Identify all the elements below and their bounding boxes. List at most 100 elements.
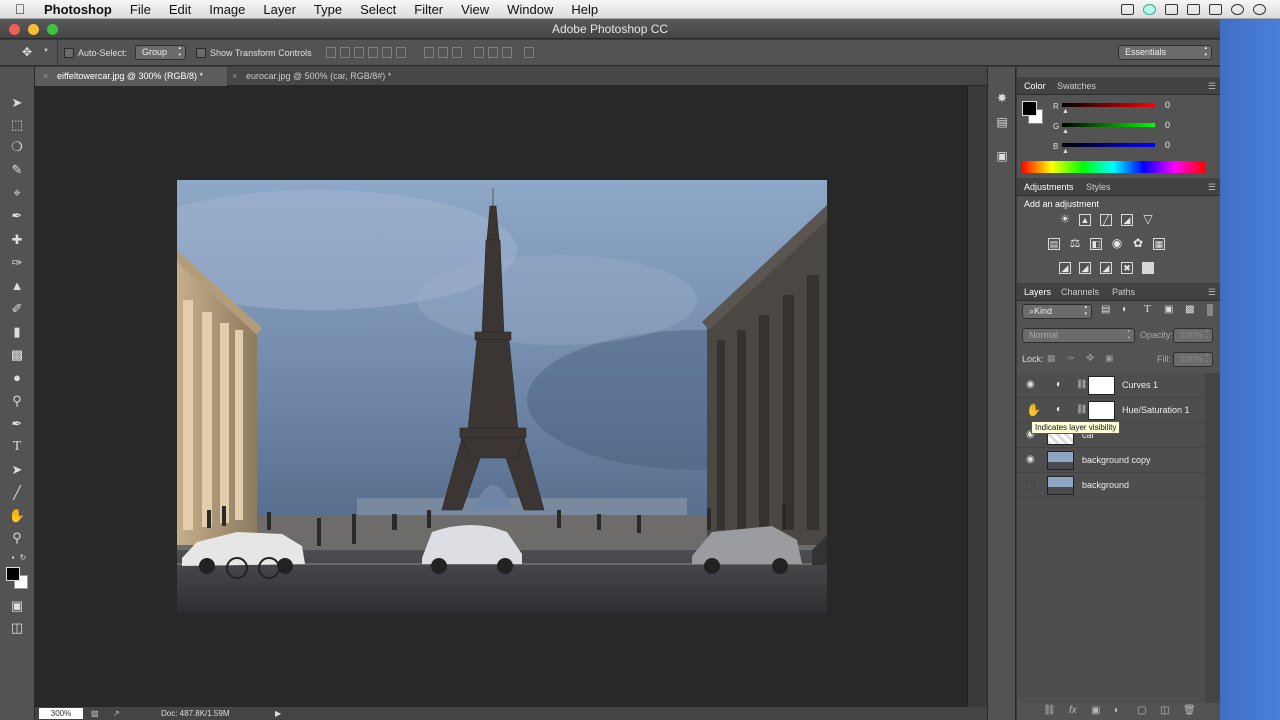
histogram-panel-icon[interactable]: ▤ (994, 115, 1010, 129)
blend-mode-dropdown[interactable]: Normal (1022, 328, 1135, 343)
menu-help[interactable]: Help (562, 0, 607, 19)
share-icon[interactable]: ↗ (113, 707, 120, 720)
close-tab-icon[interactable]: × (232, 67, 237, 86)
menu-select[interactable]: Select (351, 0, 405, 19)
curves-icon[interactable]: ╱ (1100, 214, 1112, 226)
properties-panel-icon[interactable]: ▣ (994, 149, 1010, 163)
layer-row-background-copy[interactable]: ◉ background copy (1017, 448, 1205, 473)
eraser-tool-icon[interactable]: ▮ (8, 323, 26, 341)
foreground-color-swatch[interactable] (6, 567, 20, 581)
vibrance-icon[interactable]: ▽ (1142, 213, 1154, 226)
quick-selection-tool-icon[interactable]: ✎ (8, 161, 26, 179)
lock-all-icon[interactable]: ▣ (1105, 353, 1114, 364)
zoom-tool-icon[interactable]: ⚲ (8, 529, 26, 547)
r-value[interactable]: 0 (1163, 100, 1207, 113)
channel-mixer-icon[interactable]: ✿ (1132, 237, 1144, 250)
line-tool-icon[interactable]: ╱ (8, 484, 26, 502)
panel-menu-icon[interactable]: ☰ (1208, 77, 1216, 95)
panel-menu-icon[interactable]: ☰ (1208, 178, 1216, 196)
menu-file[interactable]: File (121, 0, 160, 19)
eye-icon[interactable]: ◉ (1026, 380, 1036, 390)
align-right-icon[interactable] (395, 47, 406, 58)
new-group-icon[interactable]: ▢ (1137, 705, 1146, 716)
tool-preset-picker[interactable]: ✥ ▼ (0, 39, 58, 66)
g-value[interactable]: 0 (1163, 120, 1207, 133)
tab-layers[interactable]: Layers (1024, 283, 1051, 301)
slider-handle-icon[interactable]: ▲ (1062, 108, 1069, 115)
color-foreground-swatch[interactable] (1022, 101, 1037, 116)
hue-saturation-icon[interactable]: ▤ (1048, 238, 1060, 250)
new-layer-icon[interactable]: ◫ (1160, 705, 1169, 716)
layer-thumbnail[interactable] (1047, 451, 1074, 470)
layer-list-scrollbar[interactable] (1205, 373, 1220, 703)
align-top-icon[interactable] (325, 47, 336, 58)
posterize-icon[interactable]: ◢ (1079, 262, 1091, 274)
link-layers-icon[interactable]: ⛓ (1043, 705, 1056, 716)
b-slider[interactable] (1062, 143, 1155, 147)
swap-colors-icon[interactable]: ↻ (14, 549, 32, 567)
align-bottom-icon[interactable] (353, 47, 364, 58)
history-panel-icon[interactable]: ✸ (994, 91, 1010, 105)
layer-style-icon[interactable]: fx (1069, 705, 1077, 716)
lock-transparency-icon[interactable]: ▦ (1047, 353, 1056, 364)
invert-icon[interactable]: ◢ (1059, 262, 1071, 274)
clone-stamp-tool-icon[interactable]: ▲ (8, 277, 26, 295)
minimize-window-button[interactable] (28, 24, 39, 35)
slider-handle-icon[interactable]: ▲ (1062, 148, 1069, 155)
blur-tool-icon[interactable]: ● (8, 369, 26, 387)
crop-tool-icon[interactable]: ⌖ (8, 184, 26, 202)
distribute-left-icon[interactable] (473, 47, 484, 58)
apple-icon[interactable]:  (0, 1, 40, 17)
tab-eiffeltowercar[interactable]: × eiffeltowercar.jpg @ 300% (RGB/8) * (35, 67, 227, 86)
add-mask-icon[interactable]: ▣ (1091, 705, 1100, 716)
filter-toggle-switch[interactable] (1207, 304, 1213, 316)
menu-filter[interactable]: Filter (405, 0, 452, 19)
tab-adjustments[interactable]: Adjustments (1024, 178, 1074, 196)
distribute-vcenter-icon[interactable] (437, 47, 448, 58)
color-lookup-icon[interactable]: ▦ (1153, 238, 1165, 250)
tab-styles[interactable]: Styles (1086, 178, 1111, 196)
r-slider[interactable] (1062, 103, 1155, 107)
menu-edit[interactable]: Edit (160, 0, 200, 19)
workspace-switcher[interactable]: Essentials (1118, 45, 1212, 60)
hand-cursor-icon[interactable]: ✋ (1026, 404, 1041, 416)
zoom-level-field[interactable]: 300% (39, 708, 83, 719)
b-value[interactable]: 0 (1163, 140, 1207, 153)
quick-mask-icon[interactable]: ▣ (8, 597, 26, 615)
tab-swatches[interactable]: Swatches (1057, 77, 1096, 95)
hand-tool-icon[interactable]: ✋ (8, 507, 26, 525)
tab-channels[interactable]: Channels (1061, 283, 1099, 301)
tab-paths[interactable]: Paths (1112, 283, 1135, 301)
tab-eurocar[interactable]: × eurocar.jpg @ 500% (car, RGB/8#) * (224, 67, 414, 86)
close-window-button[interactable] (9, 24, 20, 35)
align-left-icon[interactable] (367, 47, 378, 58)
distribute-right-icon[interactable] (501, 47, 512, 58)
timeline-icon[interactable]: ▧ (91, 707, 99, 720)
history-brush-tool-icon[interactable]: ✐ (8, 300, 26, 318)
eyedropper-tool-icon[interactable]: ✒ (8, 207, 26, 225)
levels-icon[interactable]: ▲ (1079, 214, 1091, 226)
path-selection-tool-icon[interactable]: ➤ (8, 461, 26, 479)
menu-view[interactable]: View (452, 0, 498, 19)
layer-filter-kind-dropdown[interactable]: ⌕Kind (1022, 304, 1092, 319)
tab-color[interactable]: Color (1024, 77, 1046, 95)
zoom-window-button[interactable] (47, 24, 58, 35)
filter-type-icon[interactable]: T (1144, 303, 1151, 315)
sync-icon[interactable] (1143, 3, 1156, 15)
align-vcenter-icon[interactable] (339, 47, 350, 58)
filter-smart-object-icon[interactable]: ▩ (1185, 304, 1194, 315)
dodge-tool-icon[interactable]: ⚲ (8, 392, 26, 410)
distribute-hcenter-icon[interactable] (487, 47, 498, 58)
type-tool-icon[interactable]: T (8, 438, 26, 456)
gradient-map-icon[interactable] (1142, 262, 1154, 274)
opacity-field[interactable]: 100% (1173, 328, 1213, 343)
move-tool-icon[interactable]: ➤ (8, 94, 26, 112)
lock-pixels-icon[interactable]: ✑ (1067, 353, 1075, 364)
layer-row-curves[interactable]: ◉ ◐ ⛓ Curves 1 (1017, 373, 1205, 398)
fill-field[interactable]: 100% (1173, 352, 1213, 367)
pen-tool-icon[interactable]: ✒ (8, 415, 26, 433)
black-white-icon[interactable]: ◧ (1090, 238, 1102, 250)
distribute-top-icon[interactable] (423, 47, 434, 58)
color-spectrum-bar[interactable] (1021, 161, 1205, 173)
brightness-contrast-icon[interactable]: ☀ (1059, 213, 1071, 226)
